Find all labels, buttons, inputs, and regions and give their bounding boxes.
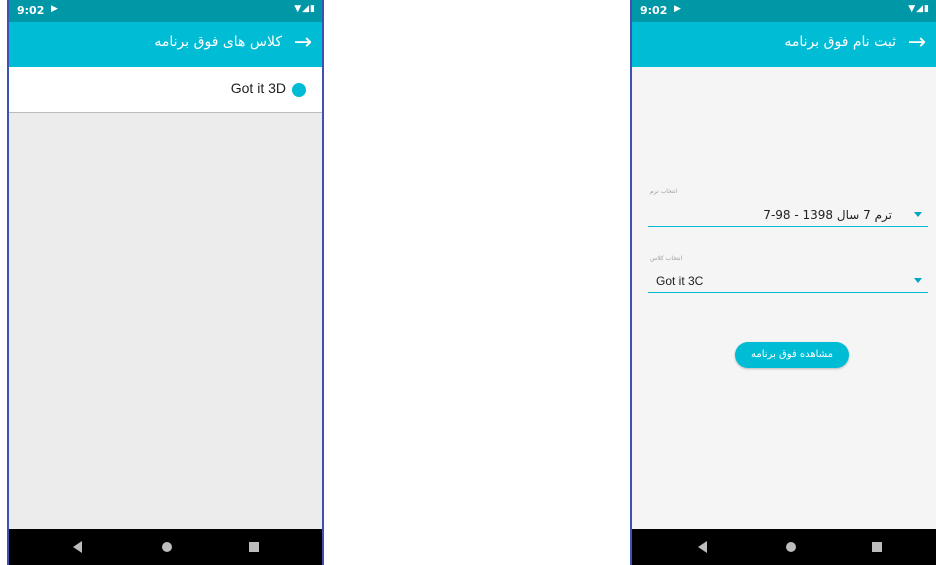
list-item-label: Got it 3D [230,80,286,96]
app-bar: ثبت نام فوق برنامه → [632,22,936,67]
status-time: 9:02 [640,4,668,17]
status-bar: 9:02 ▶ ▼◢▮ [9,0,322,22]
play-protect-icon: ▶ [674,4,681,14]
term-select-label: انتخاب ترم [650,188,678,195]
nav-recent-icon[interactable] [249,542,259,552]
nav-back-icon[interactable] [73,541,82,553]
class-select[interactable]: انتخاب کلاس Got it 3C [648,255,928,293]
nav-home-icon[interactable] [786,542,796,552]
wifi-signal-battery-icon: ▼◢▮ [908,4,930,14]
wifi-signal-battery-icon: ▼◢▮ [294,4,316,14]
nav-back-icon[interactable] [698,541,707,553]
list-item-class[interactable]: Got it 3D [9,67,322,113]
arrow-right-icon[interactable]: → [908,31,926,55]
play-protect-icon: ▶ [51,4,58,14]
chevron-down-icon [914,212,922,217]
left-phone-screen: 9:02 ▶ ▼◢▮ کلاس های فوق برنامه → Got it … [7,0,324,565]
nav-home-icon[interactable] [162,542,172,552]
view-extracurricular-button[interactable]: مشاهده فوق برنامه [735,342,849,368]
page-title: کلاس های فوق برنامه [154,34,282,50]
right-phone-screen: 9:02 ▶ ▼◢▮ ثبت نام فوق برنامه → انتخاب ت… [630,0,936,565]
status-time: 9:02 [17,4,45,17]
term-select[interactable]: انتخاب ترم ترم 7 سال 1398 - 98-7 [648,188,928,227]
system-nav-bar [9,529,322,565]
class-select-value: Got it 3C [656,274,704,288]
system-nav-bar [632,529,936,565]
class-select-label: انتخاب کلاس [650,255,683,262]
term-select-value: ترم 7 سال 1398 - 98-7 [763,208,892,222]
page-title: ثبت نام فوق برنامه [784,34,896,50]
app-bar: کلاس های فوق برنامه → [9,22,322,67]
status-bar: 9:02 ▶ ▼◢▮ [632,0,936,22]
nav-recent-icon[interactable] [872,542,882,552]
arrow-right-icon[interactable]: → [294,31,312,55]
chevron-down-icon [914,278,922,283]
dot-icon [292,83,306,97]
